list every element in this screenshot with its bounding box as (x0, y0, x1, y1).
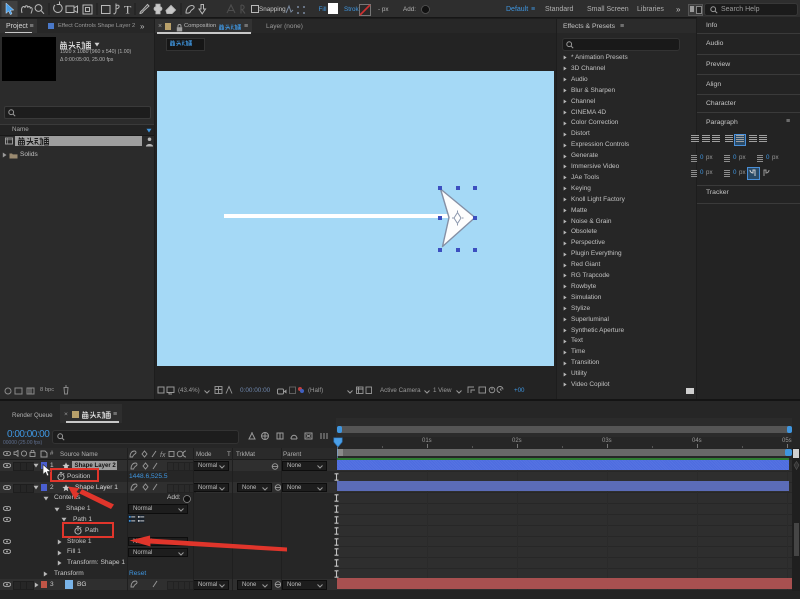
svg-text:T: T (124, 3, 132, 17)
svg-text:fx: fx (160, 452, 166, 458)
